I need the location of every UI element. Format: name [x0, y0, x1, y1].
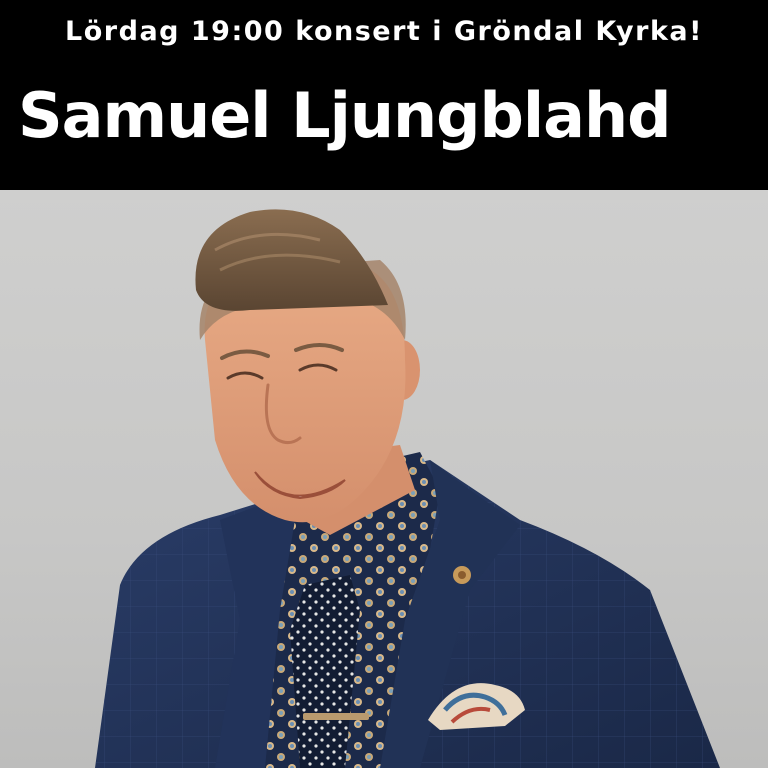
title-banner: Lördag 19:00 konsert i Gröndal Kyrka! Sa…	[0, 0, 768, 190]
event-subtitle: Lördag 19:00 konsert i Gröndal Kyrka!	[65, 16, 703, 47]
concert-poster: Lördag 19:00 konsert i Gröndal Kyrka! Sa…	[0, 0, 768, 768]
artist-portrait-photo	[0, 190, 768, 768]
portrait-illustration	[95, 209, 720, 768]
artist-name-headline: Samuel Ljungblahd	[18, 79, 672, 152]
